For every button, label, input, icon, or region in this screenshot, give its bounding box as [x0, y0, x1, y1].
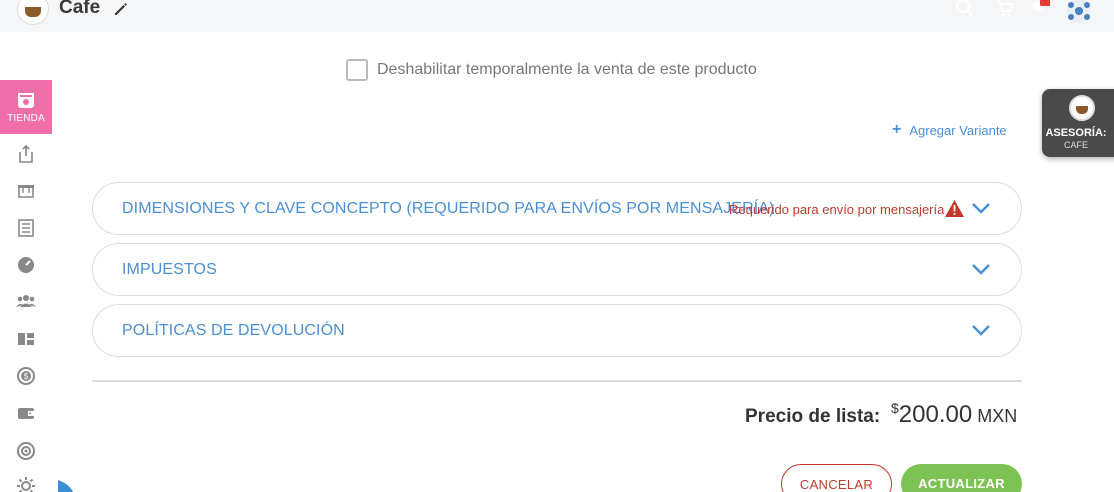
currency-symbol: $	[891, 400, 899, 416]
list-icon[interactable]	[16, 218, 36, 238]
store-logo[interactable]	[17, 0, 49, 25]
store-name: Cafe	[59, 0, 101, 18]
warning-icon	[945, 200, 964, 217]
share-icon[interactable]	[16, 144, 36, 164]
users-icon[interactable]	[16, 291, 36, 311]
target-icon[interactable]	[16, 441, 36, 461]
shipping-required-warning: Requerido para envío por mensajería	[729, 202, 945, 217]
chevron-down-icon[interactable]	[971, 201, 991, 215]
chevron-down-icon[interactable]	[971, 262, 991, 276]
update-button[interactable]: ACTUALIZAR	[901, 464, 1022, 492]
top-bar: Cafe	[0, 0, 1114, 32]
list-price-label: Precio de lista:	[745, 406, 881, 427]
add-variant-label: Agregar Variante	[909, 122, 1007, 138]
add-variant-link[interactable]: + Agregar Variante	[892, 122, 1007, 138]
coffee-cup-icon	[1076, 106, 1088, 114]
pencil-icon[interactable]	[113, 1, 129, 17]
settings-icon[interactable]	[16, 476, 36, 492]
section-impuestos[interactable]: IMPUESTOS	[92, 243, 1022, 296]
cancel-button[interactable]: CANCELAR	[781, 464, 892, 492]
currency-code: MXN	[977, 406, 1018, 426]
coin-icon[interactable]: $	[16, 366, 36, 386]
store-icon	[18, 93, 34, 108]
divider	[92, 380, 1022, 382]
disable-sale-checkbox[interactable]	[346, 59, 368, 81]
notification-icon[interactable]	[1030, 0, 1050, 20]
coffee-cup-icon	[25, 7, 41, 17]
list-price-value: $200.00 MXN	[891, 400, 1018, 429]
asesoria-subtitle: CAFE	[1063, 140, 1088, 150]
advisor-avatar	[1069, 95, 1095, 121]
sidebar-item-label: TIENDA	[7, 113, 45, 124]
storefront-icon[interactable]	[16, 181, 36, 201]
section-title: DIMENSIONES Y CLAVE CONCEPTO (REQUERIDO …	[122, 200, 775, 217]
search-icon[interactable]	[955, 0, 975, 20]
user-avatar[interactable]	[1064, 0, 1094, 26]
asesoria-badge[interactable]: ASESORÍA: CAFE	[1042, 89, 1114, 157]
svg-text:$: $	[24, 372, 29, 381]
price-amount: 200.00	[898, 401, 973, 428]
disable-sale-row: Deshabilitar temporalmente la venta de e…	[346, 59, 757, 81]
section-title: IMPUESTOS	[122, 261, 217, 278]
asesoria-title: ASESORÍA:	[1045, 127, 1107, 139]
disable-sale-label[interactable]: Deshabilitar temporalmente la venta de e…	[377, 61, 757, 79]
wallet-icon[interactable]	[16, 403, 36, 423]
plus-icon: +	[892, 121, 902, 138]
sidebar-item-tienda[interactable]: TIENDA	[0, 80, 52, 134]
dashboard-icon[interactable]	[16, 329, 36, 349]
cart-icon[interactable]	[995, 0, 1015, 20]
speedometer-icon[interactable]	[16, 255, 36, 275]
section-politicas-devolucion[interactable]: POLÍTICAS DE DEVOLUCIÓN	[92, 304, 1022, 357]
sidebar: TIENDA $	[0, 80, 52, 492]
section-title: POLÍTICAS DE DEVOLUCIÓN	[122, 322, 345, 339]
section-dimensiones[interactable]: DIMENSIONES Y CLAVE CONCEPTO (REQUERIDO …	[92, 182, 1022, 235]
chevron-down-icon[interactable]	[971, 323, 991, 337]
decorative-corner-shape	[58, 480, 74, 492]
